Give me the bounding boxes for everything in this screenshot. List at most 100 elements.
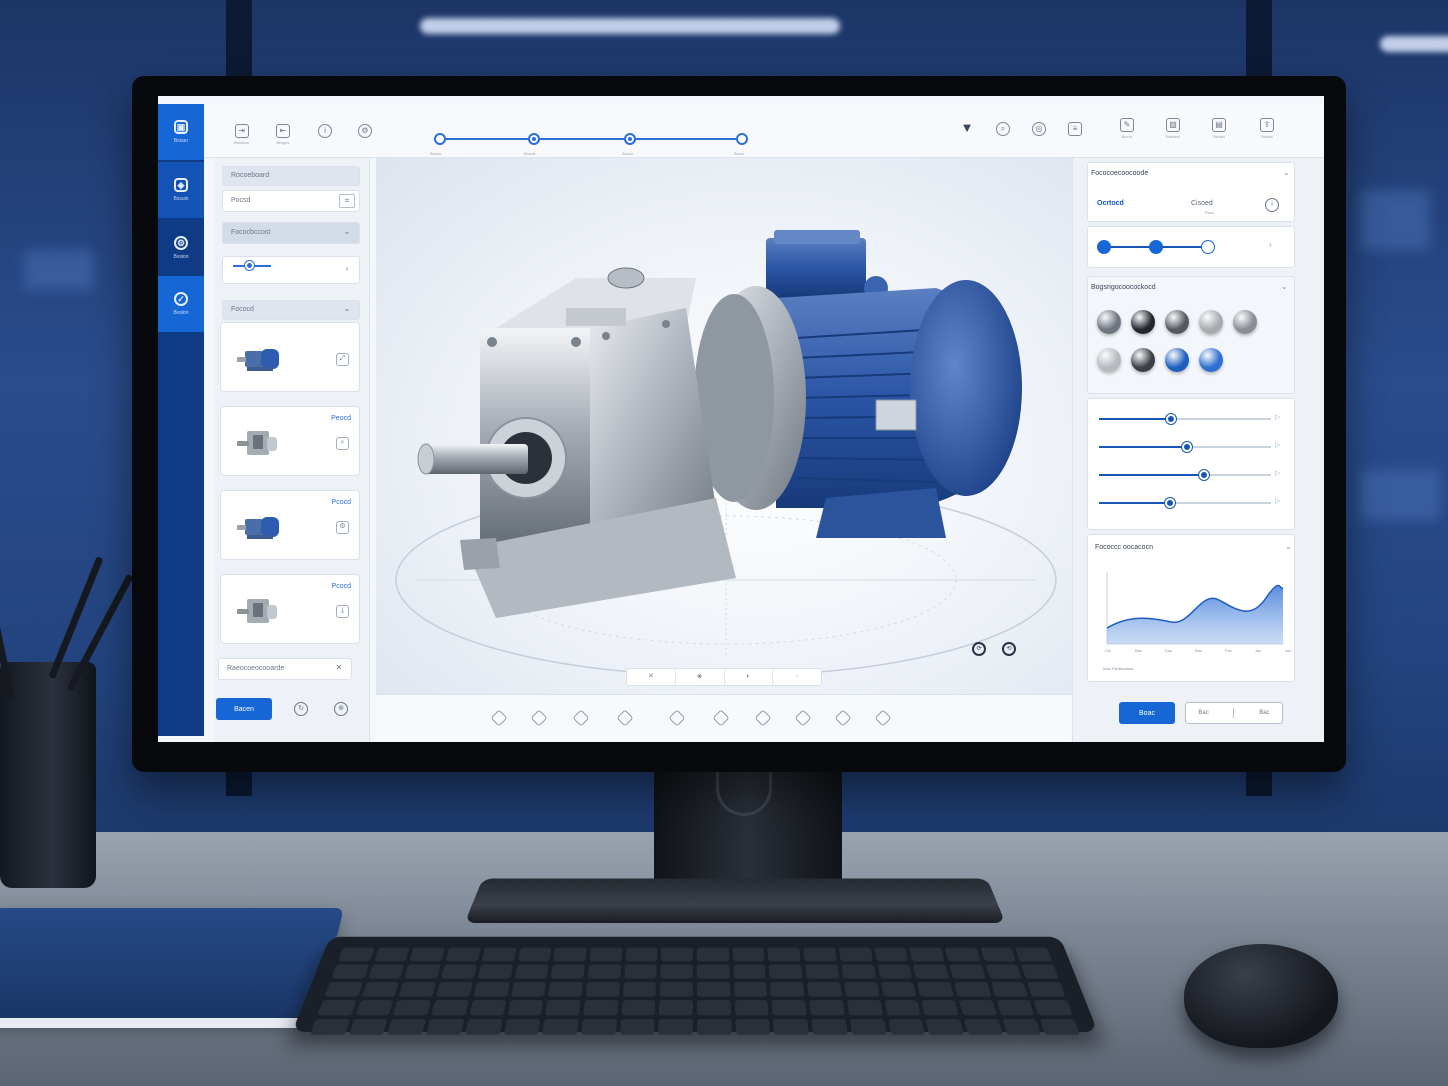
- product-card[interactable]: Pcocd ⚙: [220, 490, 360, 560]
- slider-end-icon[interactable]: ▷: [1275, 497, 1280, 505]
- nav-rail: ▣ Bsoun ◈ Bssuin ⚙ Bvsion ✓ Bvsion: [158, 104, 204, 736]
- view-mode-wire[interactable]: ✕: [627, 669, 676, 685]
- view-front-icon[interactable]: [490, 709, 508, 727]
- nav-item-label: Bvsion: [173, 254, 189, 260]
- progress-step[interactable]: [1149, 240, 1163, 254]
- slider-knob[interactable]: [1164, 498, 1175, 508]
- scan-icon[interactable]: ⌗: [339, 194, 355, 208]
- view-back-icon[interactable]: [530, 709, 548, 727]
- export-button[interactable]: ⇤ Bragus: [276, 124, 290, 145]
- filter-button[interactable]: ▼: [960, 121, 974, 136]
- view-mode-section[interactable]: ◐: [725, 669, 774, 685]
- product-card[interactable]: ⤢: [220, 322, 360, 392]
- secondary-button-group[interactable]: Bac Bac: [1185, 702, 1283, 724]
- view-top-icon[interactable]: [668, 709, 686, 727]
- secondary-right[interactable]: Bac: [1259, 710, 1269, 716]
- parameter-slider[interactable]: [1099, 414, 1271, 424]
- crosshair-icon[interactable]: ⊕: [334, 702, 348, 716]
- expand-icon[interactable]: ⤢: [336, 353, 349, 366]
- material-swatch[interactable]: [1233, 310, 1257, 334]
- edit-button[interactable]: ✎ Bocur: [1120, 118, 1134, 139]
- material-swatch[interactable]: [1131, 310, 1155, 334]
- info-button[interactable]: i: [318, 124, 332, 138]
- layers-button[interactable]: ≡: [1068, 122, 1082, 136]
- chevron-down-icon[interactable]: ⌄: [1283, 168, 1290, 177]
- slider-knob[interactable]: [1181, 442, 1192, 452]
- keyboard-key: [436, 982, 473, 997]
- material-swatch[interactable]: [1199, 310, 1223, 334]
- download-icon[interactable]: ⤓: [336, 605, 349, 618]
- library-primary-button[interactable]: Bacen: [216, 698, 272, 720]
- view-right-icon[interactable]: [616, 709, 634, 727]
- close-icon[interactable]: ✕: [331, 662, 347, 676]
- view-iso-icon[interactable]: [754, 709, 772, 727]
- material-swatch[interactable]: [1199, 348, 1223, 372]
- screenshot-icon[interactable]: [874, 709, 892, 727]
- slider-end-icon[interactable]: ▷: [1275, 469, 1280, 477]
- explode-icon[interactable]: [794, 709, 812, 727]
- progress-step[interactable]: [1201, 240, 1215, 254]
- nav-item-config[interactable]: ⚙ Bvsion: [158, 220, 204, 276]
- gearbox-inspection-cover: [566, 308, 626, 326]
- progress-step[interactable]: [1097, 240, 1111, 254]
- secondary-left[interactable]: Bac: [1198, 710, 1208, 716]
- view-bottom-icon[interactable]: [712, 709, 730, 727]
- nav-item-label: Bssuin: [173, 196, 189, 202]
- option-other[interactable]: Cisoed: [1191, 200, 1213, 207]
- slider-knob[interactable]: [1198, 470, 1209, 480]
- slider-end-icon[interactable]: ▷: [1275, 441, 1280, 449]
- nav-item-home[interactable]: ▣ Bsoun: [158, 104, 204, 160]
- chevron-down-icon[interactable]: ⌄: [1285, 542, 1292, 551]
- library-search-input[interactable]: Pocsd ⌗: [222, 190, 360, 212]
- refresh-icon[interactable]: ↻: [294, 702, 308, 716]
- nav-item-review[interactable]: ✓ Bvsion: [158, 276, 204, 332]
- category-dropdown[interactable]: Fococbccost ⌄: [222, 222, 360, 244]
- apply-button[interactable]: Boac: [1119, 702, 1175, 724]
- size-slider-field[interactable]: ›: [222, 256, 360, 284]
- material-swatch[interactable]: [1097, 310, 1121, 334]
- view-mode-xray[interactable]: ◌: [773, 669, 821, 685]
- save-button[interactable]: ▤ Bruset: [1212, 118, 1226, 139]
- import-button[interactable]: ⇥ Breatum: [234, 124, 249, 145]
- parameter-slider[interactable]: [1099, 442, 1271, 452]
- parameter-slider[interactable]: [1099, 498, 1271, 508]
- parameter-slider[interactable]: [1099, 470, 1271, 480]
- zoom-icon[interactable]: ⌕: [336, 437, 349, 450]
- keyboard-key: [373, 947, 410, 962]
- gearmotor-3d-model[interactable]: [376, 158, 1072, 694]
- step-1[interactable]: [434, 133, 446, 145]
- material-swatch[interactable]: [1131, 348, 1155, 372]
- step-4[interactable]: [736, 133, 748, 145]
- material-swatch[interactable]: [1165, 348, 1189, 372]
- material-swatch[interactable]: [1097, 348, 1121, 372]
- library-footer-field[interactable]: Raeocoeocooarde ✕: [218, 658, 352, 680]
- zoom-button[interactable]: ⌕: [996, 122, 1010, 136]
- reset-view-icon[interactable]: ⟲: [1002, 642, 1016, 656]
- chevron-right-icon[interactable]: ›: [1269, 240, 1272, 249]
- product-card[interactable]: Peocd ⌕: [220, 406, 360, 476]
- nav-item-products[interactable]: ◈ Bssuin: [158, 162, 204, 218]
- properties-panel: Fococoecoocoode ⌄ Ocrtocd Cisoed Pcoc i …: [1072, 158, 1324, 742]
- rotate-icon[interactable]: ⟳: [972, 642, 986, 656]
- keyboard-key: [550, 964, 585, 979]
- model-viewport[interactable]: ⟳ ⟲ ✕ ◈ ◐ ◌: [376, 158, 1072, 694]
- step-2[interactable]: [528, 133, 540, 145]
- measure-icon[interactable]: [834, 709, 852, 727]
- product-card[interactable]: Pcocd ⤓: [220, 574, 360, 644]
- image-button[interactable]: ▨ Breaset: [1166, 118, 1180, 139]
- settings-icon[interactable]: ⚙: [336, 521, 349, 534]
- settings-button[interactable]: ⚙: [358, 124, 372, 138]
- size-slider-knob[interactable]: [245, 261, 254, 270]
- step-3[interactable]: [624, 133, 636, 145]
- view-mode-shaded[interactable]: ◈: [676, 669, 725, 685]
- share-button[interactable]: ⇪ Bsurst: [1260, 118, 1274, 139]
- option-selected[interactable]: Ocrtocd: [1097, 200, 1124, 207]
- chevron-down-icon[interactable]: ⌄: [1281, 282, 1288, 291]
- material-swatch[interactable]: [1165, 310, 1189, 334]
- target-button[interactable]: ◎: [1032, 122, 1046, 136]
- slider-end-icon[interactable]: ▷: [1275, 413, 1280, 421]
- info-circle-icon[interactable]: i: [1265, 198, 1279, 212]
- view-left-icon[interactable]: [572, 709, 590, 727]
- keyboard-key: [843, 982, 880, 997]
- export-icon: ⇤: [276, 124, 290, 138]
